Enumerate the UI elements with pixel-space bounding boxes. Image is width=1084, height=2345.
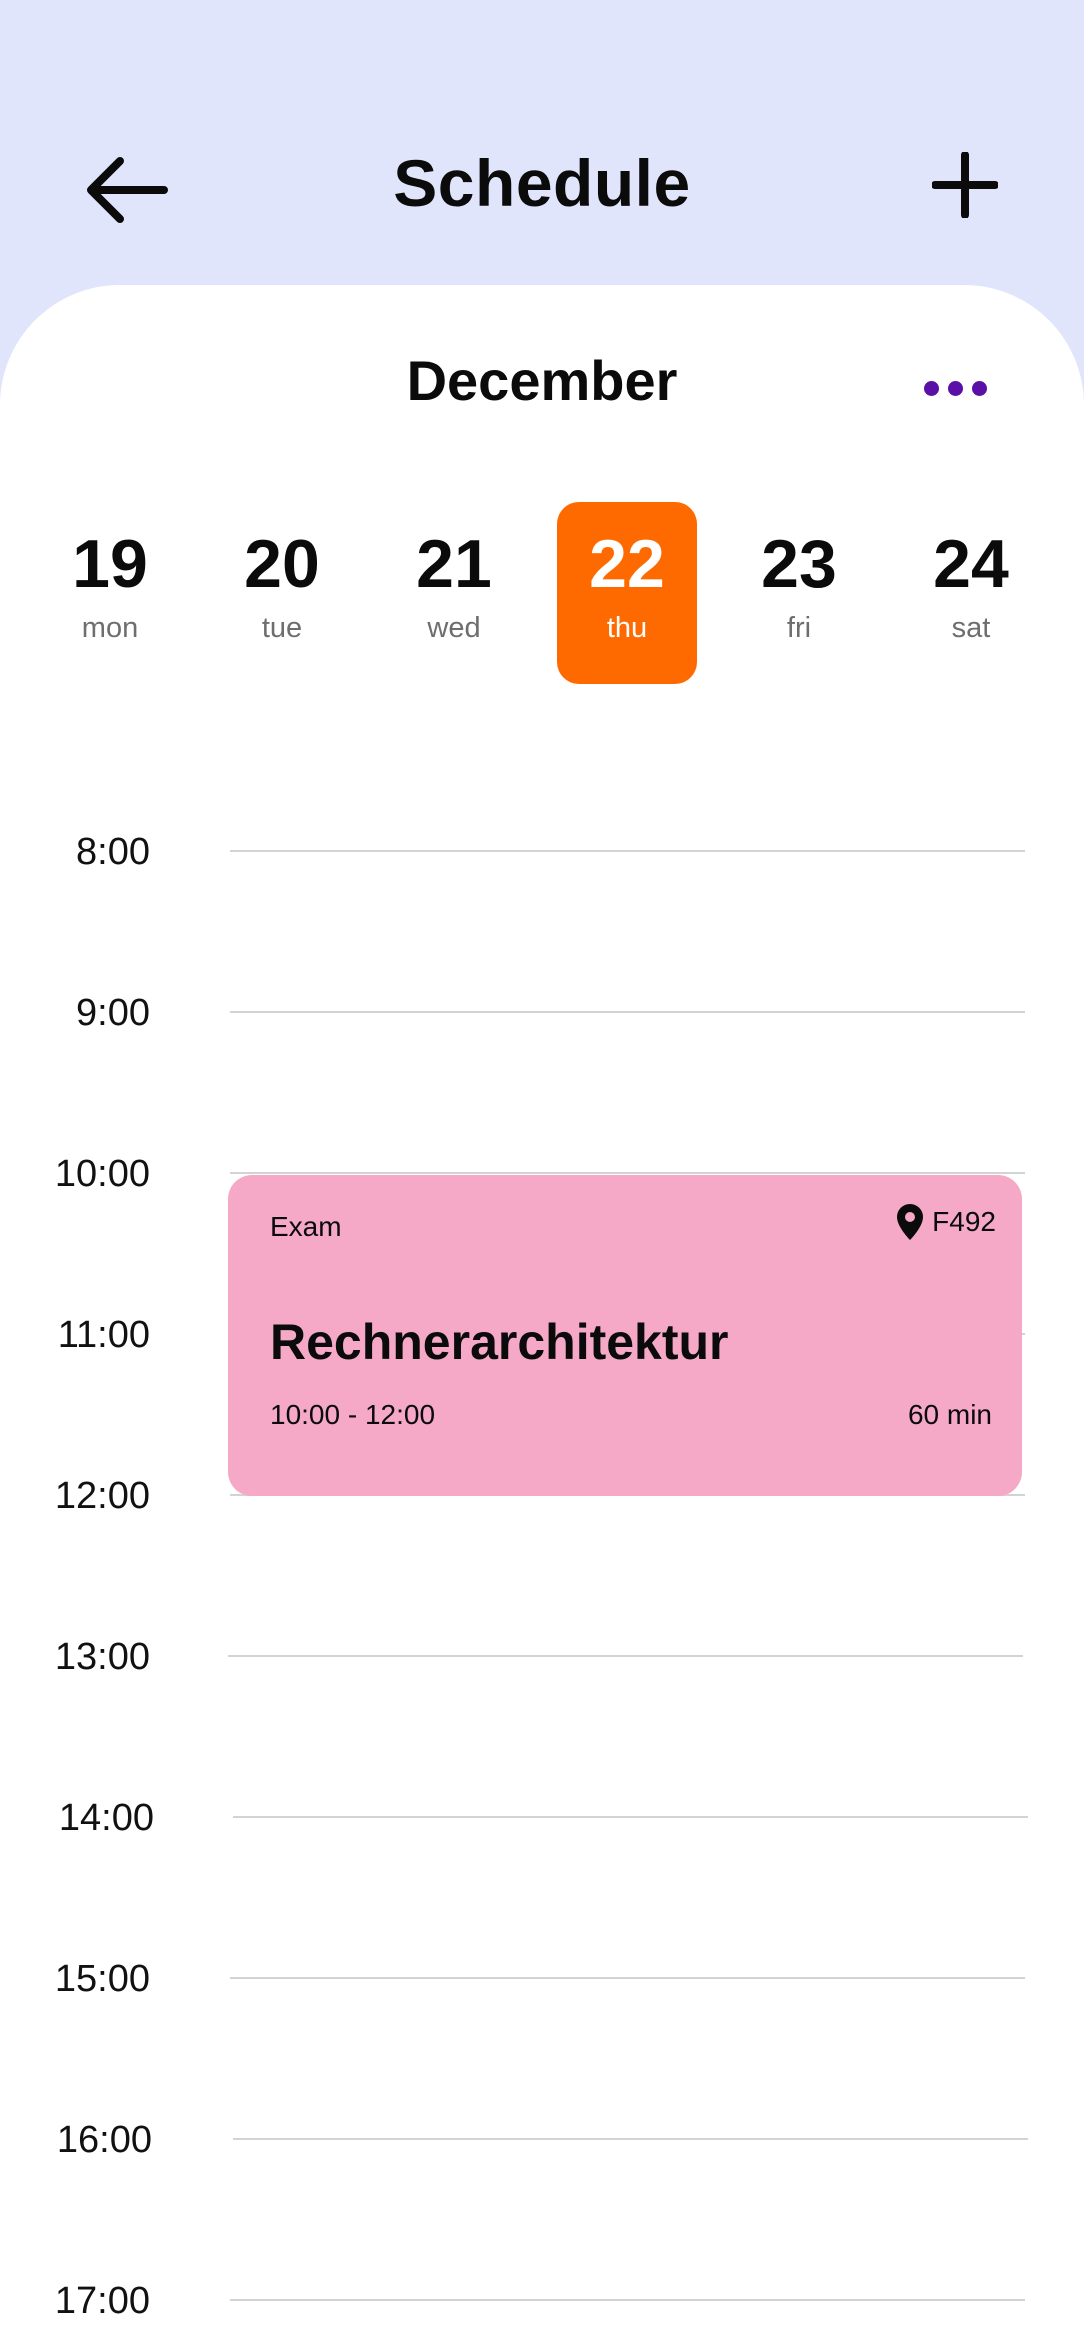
more-dots-icon [947,380,963,396]
more-dots-icon [971,380,987,396]
day-23[interactable]: 23 fri [729,502,869,684]
more-options-button[interactable] [910,360,1000,416]
day-weekday: thu [606,612,648,644]
hour-divider [228,1655,1023,1657]
hour-label: 9:00 [76,992,150,1034]
hour-label: 12:00 [54,1475,150,1517]
day-weekday: tue [261,612,303,644]
hour-label: 15:00 [54,1958,150,2000]
day-weekday: fri [786,612,812,644]
day-19[interactable]: 19 mon [40,502,180,684]
day-22-selected[interactable]: 22 thu [557,502,697,684]
hour-divider [230,2299,1025,2301]
event-type: Exam [270,1211,342,1242]
hour-label: 13:00 [54,1636,150,1678]
hour-label: 8:00 [76,831,150,873]
map-pin-icon [897,1204,924,1240]
day-number: 21 [416,526,492,602]
hour-divider [233,1816,1028,1818]
add-event-button[interactable] [912,132,1017,237]
plus-icon [931,151,998,218]
hour-divider [230,1011,1025,1013]
app-header: Schedule [0,0,1084,290]
hour-label: 11:00 [57,1314,150,1356]
hour-divider [230,1977,1025,1979]
hour-label: 16:00 [56,2119,152,2161]
day-20[interactable]: 20 tue [212,502,352,684]
day-number: 20 [244,526,320,602]
hour-divider [230,1172,1025,1174]
day-number: 23 [761,526,837,602]
day-weekday: wed [427,612,481,644]
day-weekday: mon [81,612,139,644]
event-time: 10:00 - 12:00 [270,1399,436,1430]
event-card[interactable]: Exam F492 Rechnerarchitektur 10:00 - 12:… [228,1175,1022,1496]
day-24[interactable]: 24 sat [901,502,1041,684]
hour-label: 14:00 [58,1797,154,1839]
hour-label: 10:00 [54,1153,150,1195]
hour-divider [230,850,1025,852]
day-21[interactable]: 21 wed [384,502,524,684]
more-dots-icon [923,380,939,396]
day-number: 22 [589,526,665,602]
hour-label: 17:00 [54,2280,150,2322]
event-title: Rechnerarchitektur [270,1314,729,1370]
event-duration: 60 min [907,1399,992,1430]
hour-divider [233,2138,1028,2140]
week-day-selector: 19 mon 20 tue 21 wed 22 thu 23 fri 24 sa… [0,502,1084,684]
event-location-label: F492 [932,1206,996,1237]
day-number: 24 [933,526,1009,602]
day-weekday: sat [951,612,991,644]
day-number: 19 [72,526,148,602]
event-location: F492 [896,1203,996,1241]
